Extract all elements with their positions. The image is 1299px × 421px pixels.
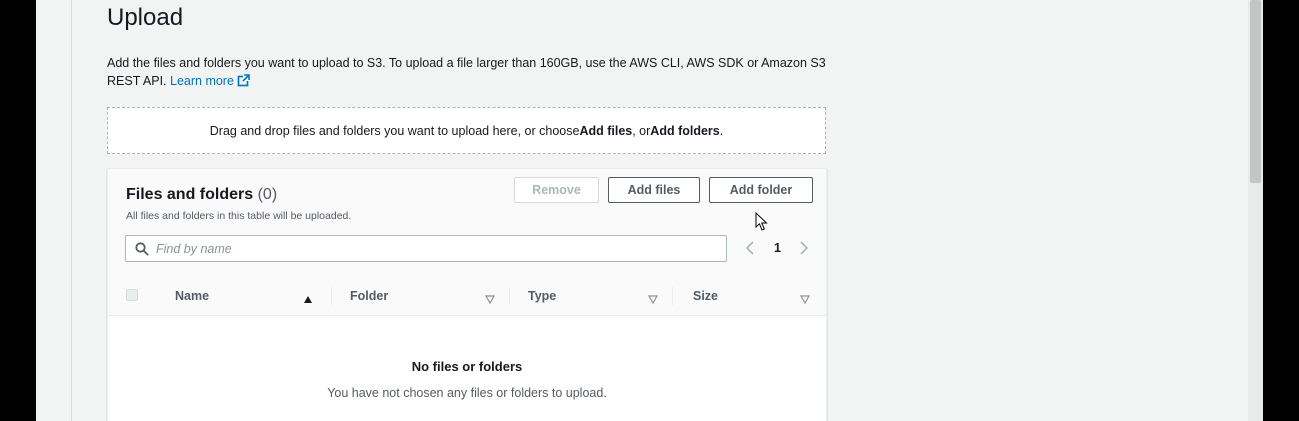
file-dropzone[interactable]: Drag and drop files and folders you want… [107, 107, 826, 154]
sort-icon [647, 291, 659, 309]
column-label: Name [175, 289, 210, 303]
file-count: (0) [257, 186, 278, 203]
page-title: Upload [107, 4, 184, 31]
panel-title-text: Files and folders [126, 186, 254, 203]
column-name[interactable]: Name [157, 279, 331, 315]
pagination: 1 [744, 239, 814, 259]
previous-page-icon[interactable] [744, 240, 756, 261]
column-size[interactable]: Size [673, 279, 826, 315]
add-files-button[interactable]: Add files [608, 177, 700, 203]
sort-icon [799, 291, 811, 309]
select-all-checkbox[interactable] [126, 289, 138, 301]
dropzone-add-folders: Add folders [650, 123, 720, 138]
external-link-icon [237, 74, 250, 92]
column-label: Type [528, 289, 557, 303]
learn-more-label: Learn more [170, 74, 234, 88]
current-page[interactable]: 1 [774, 241, 781, 255]
column-label: Size [693, 289, 719, 303]
panel-subtitle: All files and folders in this table will… [126, 210, 352, 222]
next-page-icon[interactable] [798, 240, 810, 261]
sort-ascending-icon [303, 291, 313, 309]
table-header: Name Folder Type Size [108, 279, 826, 316]
empty-state-message: You have not chosen any files or folders… [327, 386, 607, 400]
vertical-scrollbar[interactable] [1248, 0, 1263, 421]
search-icon [135, 242, 149, 261]
aws-s3-upload-screen: Upload Add the files and folders you wan… [36, 0, 1263, 421]
empty-state-title: No files or folders [411, 359, 523, 374]
sort-icon [484, 291, 496, 309]
dropzone-add-files: Add files [579, 123, 633, 138]
column-folder[interactable]: Folder [332, 279, 510, 315]
content-left-border [71, 0, 72, 421]
dropzone-separator: , or [632, 123, 651, 138]
panel-title: Files and folders (0) [126, 186, 277, 204]
dropzone-end: . [719, 123, 724, 138]
search-input[interactable] [156, 239, 716, 258]
search-box[interactable] [125, 235, 727, 262]
mouse-cursor-icon [755, 211, 769, 237]
files-and-folders-panel: Files and folders (0) All files and fold… [107, 168, 827, 421]
add-folder-button[interactable]: Add folder [709, 177, 813, 203]
scrollbar-thumb[interactable] [1250, 0, 1261, 183]
column-type[interactable]: Type [510, 279, 672, 315]
remove-button[interactable]: Remove [514, 177, 599, 203]
dropzone-text: Drag and drop files and folders you want… [209, 123, 580, 138]
learn-more-link[interactable]: Learn more [170, 74, 250, 88]
page-description: Add the files and folders you want to up… [107, 54, 827, 92]
column-label: Folder [350, 289, 389, 303]
